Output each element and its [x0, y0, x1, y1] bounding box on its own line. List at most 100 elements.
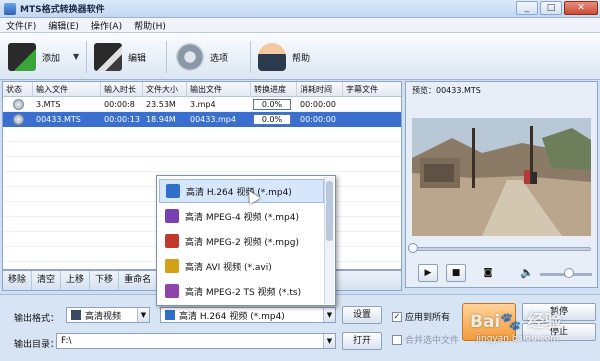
volume-icon: 🔈 [520, 266, 534, 279]
preview-pane: 预览：00433.MTS ▶ ■ ◙ 🔈 [405, 81, 598, 288]
cell-size: 23.53M [146, 100, 176, 109]
menu-action[interactable]: 操作(A) [91, 19, 122, 32]
snapshot-button[interactable]: ◙ [478, 264, 498, 282]
add-label: 添加 [42, 53, 61, 64]
app-icon [4, 2, 16, 15]
col-file-size[interactable]: 文件大小 [143, 82, 187, 97]
watermark-brand: Bai🐾 经验 [470, 312, 562, 332]
rename-button[interactable]: 重命名 [119, 271, 158, 290]
film-icon [165, 310, 175, 320]
add-dropdown-arrow-icon[interactable]: ▼ [73, 52, 79, 61]
merge-label: 合并选中文件 [405, 336, 460, 346]
options-button[interactable]: 选项 [176, 41, 228, 73]
output-dir-label: 输出目录： [14, 340, 60, 350]
format-h264-icon [166, 184, 180, 198]
format-option-label: 高清 AVI 视频 (*.avi) [185, 262, 272, 273]
move-down-button[interactable]: 下移 [90, 271, 120, 290]
toolbar-divider [250, 41, 251, 73]
seek-bar[interactable] [412, 247, 591, 251]
list-header: 状态 输入文件 输入时长 文件大小 输出文件 转换进度 消耗时间 字幕文件 [3, 82, 401, 97]
seek-handle[interactable] [408, 243, 418, 253]
play-icon: ▶ [424, 268, 432, 278]
stop-icon: ■ [451, 268, 461, 278]
camera-icon: ◙ [483, 268, 493, 278]
settings-button[interactable]: 设置 [342, 306, 382, 324]
video-frame [412, 118, 591, 236]
preview-label: 预览：00433.MTS [412, 86, 481, 95]
output-format-select[interactable]: 高清 H.264 视频 (*.mp4) ▼ [160, 307, 336, 323]
format-option[interactable]: 高清 AVI 视频 (*.avi) [159, 254, 324, 278]
options-label: 选项 [210, 53, 229, 64]
move-up-button[interactable]: 上移 [61, 271, 91, 290]
table-row[interactable]: 3.MTS 00:00:8 23.53M 3.mp4 0.0% 00:00:00 [3, 97, 401, 112]
format-option-label: 高清 MPEG-2 TS 视频 (*.ts) [185, 287, 302, 298]
stop-playback-button[interactable]: ■ [446, 264, 466, 282]
play-button[interactable]: ▶ [418, 264, 438, 282]
chevron-down-icon: ▼ [137, 308, 149, 322]
progress-box: 0.0% [253, 114, 291, 125]
cell-size: 18.94M [146, 115, 176, 124]
format-mpeg4-icon [165, 209, 179, 223]
output-format-value: 高清 H.264 视频 (*.mp4) [179, 311, 285, 322]
help-button[interactable]: 帮助 [258, 41, 310, 73]
edit-button[interactable]: 编辑 [94, 41, 146, 73]
format-option[interactable]: 高清 MPEG-4 视频 (*.mp4) [159, 204, 324, 228]
menu-bar: 文件(F) 编辑(E) 操作(A) 帮助(H) [0, 18, 600, 33]
remove-button[interactable]: 移除 [3, 271, 33, 290]
format-option-label: 高清 MPEG-2 视频 (*.mpg) [185, 237, 299, 248]
format-avi-icon [165, 259, 179, 273]
col-status[interactable]: 状态 [3, 82, 33, 97]
col-input-duration[interactable]: 输入时长 [101, 82, 143, 97]
output-dir-field[interactable]: F:\ ▼ [56, 333, 336, 349]
format-category-select[interactable]: 高清视频 ▼ [66, 307, 150, 323]
format-mpeg2-icon [165, 234, 179, 248]
format-option-label: 高清 MPEG-4 视频 (*.mp4) [185, 212, 299, 223]
col-output-file[interactable]: 输出文件 [187, 82, 251, 97]
format-option[interactable]: 高清 MPEG-2 TS 视频 (*.ts) [159, 279, 324, 303]
clear-button[interactable]: 清空 [32, 271, 62, 290]
cell-duration: 00:00:8 [104, 100, 135, 109]
maximize-button[interactable]: □ [540, 1, 562, 15]
menu-help[interactable]: 帮助(H) [134, 19, 166, 32]
menu-file[interactable]: 文件(F) [6, 19, 36, 32]
apply-all-label: 应用到所有 [405, 313, 451, 323]
cell-output: 00433.mp4 [190, 115, 236, 124]
format-category-value: 高清视频 [85, 311, 122, 322]
menu-edit[interactable]: 编辑(E) [48, 19, 79, 32]
cell-subtitle[interactable] [343, 97, 346, 112]
chevron-down-icon: ▼ [323, 308, 335, 322]
add-button[interactable]: 添加 [8, 41, 60, 73]
cell-output: 3.mp4 [190, 100, 216, 109]
cell-subtitle[interactable] [343, 112, 346, 127]
video-scene [412, 118, 591, 236]
format-option-label: 高清 H.264 视频 (*.mp4) [186, 187, 292, 198]
edit-film-icon [94, 43, 122, 71]
add-file-icon [8, 43, 36, 71]
col-subtitle[interactable]: 字幕文件 [343, 82, 403, 97]
progress-box: 0.0% [253, 99, 291, 110]
close-button[interactable]: ✕ [564, 1, 598, 15]
minimize-button[interactable]: _ [516, 1, 538, 15]
cell-elapsed: 00:00:00 [300, 100, 336, 109]
format-option[interactable]: 高清 H.264 视频 (*.mp4) [159, 179, 324, 203]
volume-handle[interactable] [564, 268, 574, 278]
col-progress[interactable]: 转换进度 [251, 82, 297, 97]
format-option[interactable]: 高清 MPEG-2 视频 (*.mpg) [159, 229, 324, 253]
cell-duration: 00:00:13 [104, 115, 140, 124]
open-folder-button[interactable]: 打开 [342, 332, 382, 350]
title-bar: MTS格式转换器软件 _ □ ✕ [0, 0, 600, 18]
col-input-file[interactable]: 输入文件 [33, 82, 101, 97]
watermark-url: jingyan.baidu.com [476, 334, 560, 344]
col-elapsed[interactable]: 消耗时间 [297, 82, 343, 97]
dropdown-scrollbar[interactable] [324, 177, 334, 304]
user-help-icon [258, 43, 286, 71]
table-row[interactable]: 00433.MTS 00:00:13 18.94M 00433.mp4 0.0%… [3, 112, 401, 127]
scrollbar-thumb[interactable] [326, 181, 333, 241]
disc-icon [12, 114, 24, 125]
help-label: 帮助 [292, 53, 311, 64]
merge-checkbox[interactable]: 合并选中文件 [392, 333, 459, 346]
checkbox-empty-icon [392, 334, 402, 345]
output-format-label: 输出格式： [14, 314, 60, 324]
film-icon [71, 310, 81, 320]
apply-all-checkbox[interactable]: ✓ 应用到所有 [392, 310, 450, 323]
